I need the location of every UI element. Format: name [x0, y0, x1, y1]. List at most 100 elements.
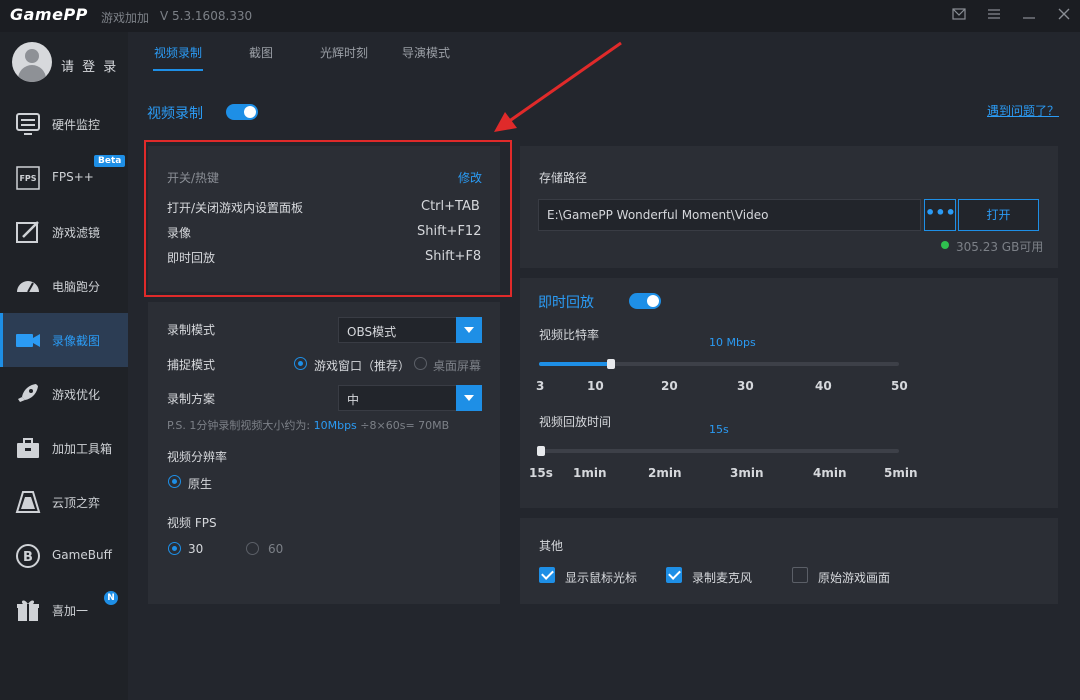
tab-highlight[interactable]: 光辉时刻: [320, 44, 368, 61]
storage-label: 存储路径: [539, 171, 588, 185]
bitrate-tick: 40: [815, 379, 832, 393]
svg-text:B: B: [23, 550, 33, 565]
fps-60-radio[interactable]: [246, 542, 259, 555]
capture-desktop-label[interactable]: 桌面屏幕: [433, 357, 481, 374]
scheme-select[interactable]: 中: [338, 385, 482, 411]
duration-tick: 4min: [813, 466, 847, 480]
fps-30-label[interactable]: 30: [188, 542, 203, 556]
video-record-title: 视频录制: [147, 106, 203, 122]
video-record-toggle[interactable]: [226, 104, 258, 120]
sidebar-item-hardware-monitor[interactable]: 硬件监控: [0, 97, 128, 151]
raw-game-label[interactable]: 原始游戏画面: [818, 569, 890, 586]
app-version: V 5.3.1608.330: [160, 9, 253, 23]
toolbox-icon: [17, 438, 39, 458]
sidebar-item-toolbox[interactable]: 加加工具箱: [0, 421, 128, 475]
close-icon[interactable]: [1055, 7, 1073, 25]
title-bar: GamePP 游戏加加 V 5.3.1608.330: [0, 0, 1080, 32]
duration-label: 视频回放时间: [539, 415, 612, 429]
monitor-icon: [16, 113, 40, 135]
chevron-down-icon[interactable]: [456, 385, 482, 411]
sidebar-item-label: 硬件监控: [52, 118, 101, 132]
bitrate-tick: 50: [891, 379, 908, 393]
menu-icon[interactable]: [985, 7, 1003, 25]
minimize-icon[interactable]: [1020, 7, 1038, 25]
sidebar-item-label: 云顶之弈: [52, 496, 101, 510]
show-cursor-label[interactable]: 显示鼠标光标: [565, 569, 637, 586]
bitrate-value: 10 Mbps: [709, 336, 756, 349]
sidebar-item-label: GameBuff: [52, 548, 112, 562]
sidebar-item-free-game[interactable]: 喜加一 N: [0, 583, 128, 637]
new-badge: N: [104, 591, 118, 605]
sidebar-item-tft[interactable]: 云顶之弈: [0, 475, 128, 529]
tab-director-mode[interactable]: 导演模式: [402, 44, 450, 61]
fps-30-radio[interactable]: [168, 542, 181, 555]
bitrate-tick: 30: [737, 379, 754, 393]
record-mic-checkbox[interactable]: [666, 567, 682, 583]
app-logo: GamePP: [10, 5, 88, 24]
raw-game-checkbox[interactable]: [792, 567, 808, 583]
mail-icon[interactable]: [950, 7, 968, 25]
bitrate-label: 视频比特率: [539, 328, 600, 342]
beta-badge: Beta: [94, 155, 126, 167]
record-mic-label[interactable]: 录制麦克风: [692, 569, 752, 586]
duration-value: 15s: [709, 423, 729, 436]
replay-toggle[interactable]: [629, 293, 661, 309]
capture-desktop-radio[interactable]: [414, 357, 427, 370]
capture-mode-label: 捕捉模式: [167, 358, 216, 372]
duration-tick: 5min: [884, 466, 918, 480]
user-login[interactable]: 请 登 录: [0, 32, 128, 94]
scheme-value: 中: [347, 393, 360, 407]
tab-bar: 视频录制 截图 光辉时刻 导演模式: [128, 32, 1080, 72]
bitrate-tick: 10: [587, 379, 604, 393]
storage-path-input[interactable]: E:\GamePP Wonderful Moment\Video: [538, 199, 921, 231]
avatar[interactable]: [12, 42, 52, 82]
capture-game-window-radio[interactable]: [294, 357, 307, 370]
tab-video-record[interactable]: 视频录制: [154, 44, 202, 61]
open-folder-button[interactable]: 打开: [958, 199, 1039, 231]
annotation-box: [144, 140, 512, 297]
sidebar-item-gamebuff[interactable]: B GameBuff: [0, 529, 128, 583]
sidebar-item-label: 录像截图: [52, 334, 101, 348]
tft-icon: [15, 491, 41, 513]
other-label: 其他: [539, 539, 564, 553]
sidebar-item-fps-plus[interactable]: FPS FPS++ Beta: [0, 151, 128, 205]
resolution-native-label[interactable]: 原生: [188, 475, 212, 492]
sidebar-item-label: 加加工具箱: [52, 442, 113, 456]
browse-button[interactable]: •••: [924, 199, 956, 231]
chevron-down-icon[interactable]: [456, 317, 482, 343]
sidebar-item-game-filter[interactable]: 游戏滤镜: [0, 205, 128, 259]
gamebuff-icon: B: [16, 544, 40, 568]
storage-path-value: E:\GamePP Wonderful Moment\Video: [547, 208, 769, 222]
gift-icon: [17, 600, 39, 621]
duration-tick: 3min: [730, 466, 764, 480]
sidebar-item-benchmark[interactable]: 电脑跑分: [0, 259, 128, 313]
status-dot-icon: [941, 241, 949, 249]
gauge-icon: [17, 281, 39, 293]
capture-game-window-label[interactable]: 游戏窗口（推荐）: [314, 357, 410, 374]
other-panel: [520, 518, 1058, 604]
record-mode-select[interactable]: OBS模式: [338, 317, 482, 343]
fps-60-label[interactable]: 60: [268, 542, 283, 556]
resolution-native-radio[interactable]: [168, 475, 181, 488]
free-space-text: 305.23 GB可用: [956, 240, 1044, 254]
show-cursor-checkbox[interactable]: [539, 567, 555, 583]
bitrate-slider-thumb[interactable]: [607, 359, 615, 369]
video-camera-icon: [16, 334, 40, 347]
record-settings-panel: 录制模式 OBS模式 捕捉模式 游戏窗口（推荐） 桌面屏幕 录制方案 中 P.S…: [148, 302, 500, 604]
sidebar-item-game-optimize[interactable]: 游戏优化: [0, 367, 128, 421]
bitrate-slider-fill: [539, 362, 611, 366]
duration-tick: 2min: [648, 466, 682, 480]
login-label[interactable]: 请 登 录: [61, 56, 118, 75]
bitrate-slider[interactable]: [539, 359, 899, 369]
scheme-label: 录制方案: [167, 392, 216, 406]
duration-slider[interactable]: [537, 446, 899, 456]
help-link[interactable]: 遇到问题了？: [987, 102, 1059, 119]
sidebar: 请 登 录 硬件监控 FPS FPS++ Beta 游戏滤镜 电脑跑分 录像截图…: [0, 32, 128, 700]
sidebar-item-record-screenshot[interactable]: 录像截图: [0, 313, 128, 367]
duration-slider-thumb[interactable]: [537, 446, 545, 456]
duration-tick: 1min: [573, 466, 607, 480]
tab-screenshot[interactable]: 截图: [249, 44, 273, 61]
svg-text:FPS: FPS: [19, 174, 36, 183]
fps-label: 视频 FPS: [167, 516, 217, 530]
sidebar-item-label: 喜加一: [52, 604, 89, 618]
